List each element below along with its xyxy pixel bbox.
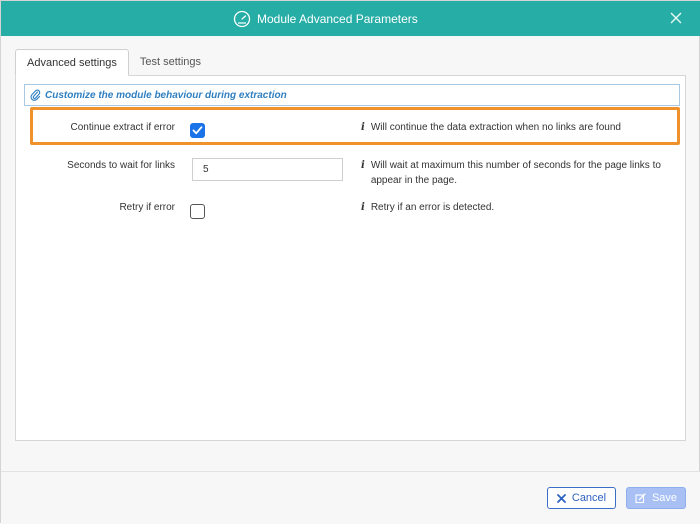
retry-checkbox[interactable] bbox=[190, 204, 205, 219]
continue-extract-checkbox[interactable] bbox=[190, 123, 205, 138]
advanced-settings-panel: Customize the module behaviour during ex… bbox=[15, 75, 686, 441]
dialog-title: Module Advanced Parameters bbox=[257, 12, 418, 26]
continue-extract-help: i Will continue the data extraction when… bbox=[361, 120, 676, 135]
close-icon[interactable] bbox=[669, 11, 683, 25]
seconds-wait-help: i Will wait at maximum this number of se… bbox=[361, 158, 676, 188]
info-icon: i bbox=[361, 160, 365, 171]
section-title: Customize the module behaviour during ex… bbox=[45, 89, 287, 101]
retry-help: i Retry if an error is detected. bbox=[361, 200, 676, 215]
paperclip-icon bbox=[30, 89, 41, 101]
retry-label: Retry if error bbox=[119, 202, 175, 213]
info-icon: i bbox=[361, 122, 365, 133]
module-advanced-parameters-dialog: Module Advanced Parameters Advanced sett… bbox=[0, 0, 700, 524]
dialog-footer: Cancel Save bbox=[1, 471, 700, 524]
x-icon bbox=[556, 493, 566, 503]
seconds-wait-help-text: Will wait at maximum this number of seco… bbox=[370, 160, 661, 186]
tab-advanced-settings[interactable]: Advanced settings bbox=[15, 49, 129, 76]
section-header: Customize the module behaviour during ex… bbox=[24, 84, 680, 106]
dialog-title-wrap: Module Advanced Parameters bbox=[233, 10, 418, 28]
speedometer-icon bbox=[233, 10, 251, 28]
checkmark-icon bbox=[192, 126, 203, 135]
dialog-titlebar: Module Advanced Parameters bbox=[1, 1, 700, 36]
info-icon: i bbox=[361, 202, 365, 213]
edit-icon bbox=[635, 492, 646, 503]
cancel-button[interactable]: Cancel bbox=[547, 487, 616, 509]
cancel-label: Cancel bbox=[571, 492, 607, 504]
seconds-wait-label: Seconds to wait for links bbox=[67, 160, 175, 171]
retry-help-text: Retry if an error is detected. bbox=[370, 202, 495, 213]
tab-test-settings[interactable]: Test settings bbox=[129, 49, 212, 76]
save-button[interactable]: Save bbox=[626, 487, 686, 509]
continue-extract-label: Continue extract if error bbox=[70, 122, 176, 133]
seconds-wait-input[interactable] bbox=[192, 158, 343, 181]
continue-extract-help-text: Will continue the data extraction when n… bbox=[370, 122, 621, 133]
save-label: Save bbox=[651, 492, 678, 504]
tab-bar: Advanced settings Test settings bbox=[15, 49, 212, 76]
